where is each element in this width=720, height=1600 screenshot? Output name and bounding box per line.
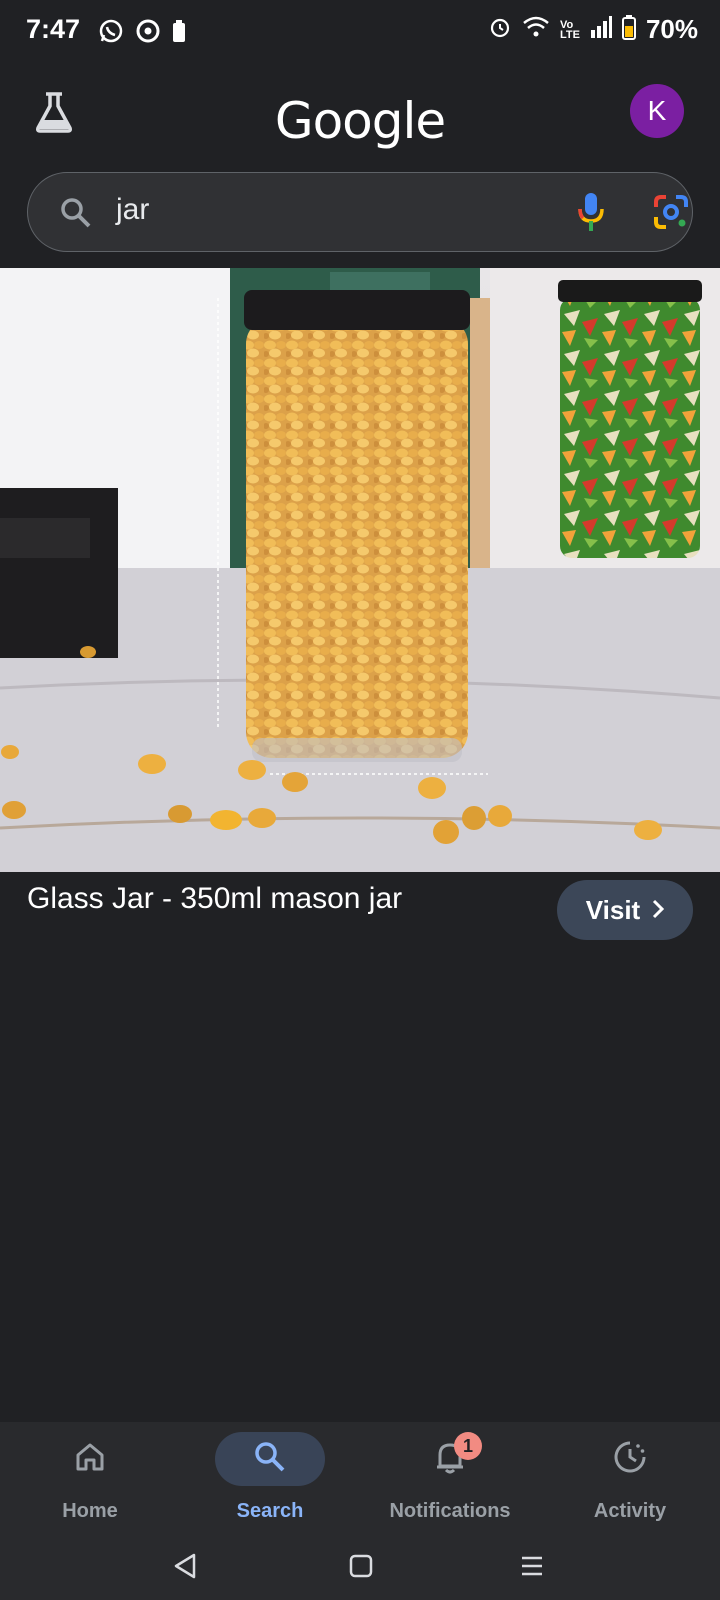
visit-button-label: Visit [585,894,641,925]
home-button-icon[interactable] [348,1552,374,1585]
search-bar[interactable]: jar [27,172,693,252]
signal-icon [590,16,612,43]
whatsapp-icon [98,18,124,49]
alarm-icon [488,15,512,44]
nav-label-search: Search [236,1500,304,1522]
chevron-right-icon [652,895,665,926]
battery-icon [621,14,636,45]
battery-saver-icon [172,19,186,48]
account-avatar[interactable]: K [630,84,684,138]
search-icon [253,1440,287,1479]
nav-item-search[interactable]: Search [180,1430,360,1540]
nav-item-activity[interactable]: Activity [540,1430,720,1540]
status-bar: 7:47 Vo LTE 70% [0,0,720,66]
bottom-navigation: Home Search 1 Notifications Activity [0,1422,720,1540]
system-navigation-bar [0,1540,720,1600]
nav-label-home: Home [62,1500,118,1522]
back-icon[interactable] [172,1552,198,1585]
notification-badge: 1 [454,1432,482,1460]
home-icon [74,1441,106,1478]
volte-icon: Vo LTE [559,18,580,41]
nav-item-home[interactable]: Home [0,1430,180,1540]
nav-label-notifications: Notifications [389,1500,511,1522]
result-image[interactable] [0,268,720,872]
activity-icon [613,1440,647,1479]
nav-item-notifications[interactable]: 1 Notifications [360,1430,540,1540]
nav-label-activity: Activity [593,1500,667,1522]
status-time: 7:47 [26,14,81,44]
chrome-icon [136,19,160,48]
google-lens-icon[interactable] [652,193,690,236]
result-title[interactable]: Glass Jar - 350ml mason jar [27,882,402,916]
search-icon [58,195,94,236]
google-logo: Google [274,92,446,150]
search-input[interactable]: jar [116,193,149,227]
app-bar: Google K [0,66,720,166]
wifi-icon [522,15,550,44]
jar-photo [0,268,720,872]
mic-icon[interactable] [576,191,606,238]
recents-icon[interactable] [518,1552,546,1585]
battery-percentage: 70% [645,14,698,44]
visit-button[interactable]: Visit [557,880,693,940]
